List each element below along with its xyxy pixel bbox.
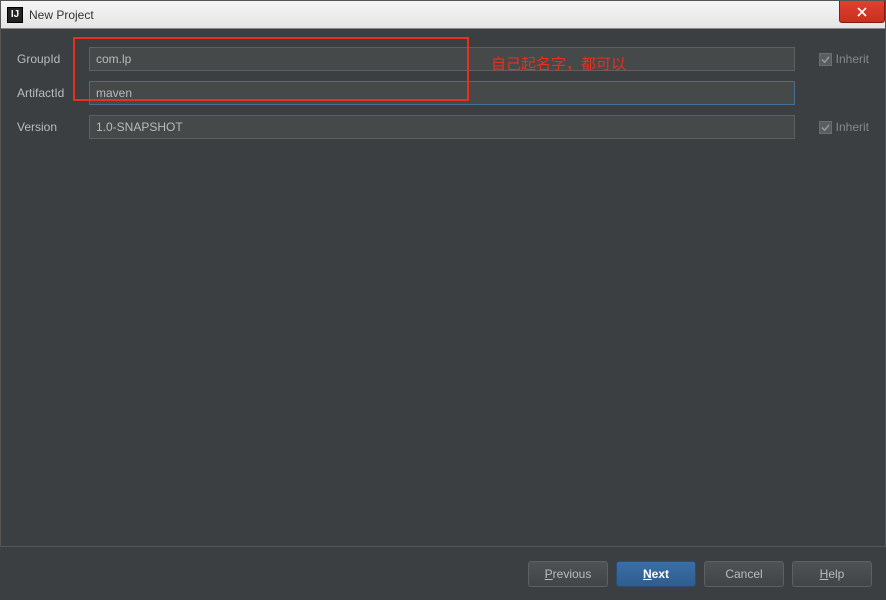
dialog-content: GroupId Inherit ArtifactId Inherit Versi… xyxy=(1,29,885,545)
previous-button[interactable]: Previous xyxy=(528,561,608,587)
cancel-button[interactable]: Cancel xyxy=(704,561,784,587)
annotation-text: 自己起名字，都可以 xyxy=(491,53,626,74)
checkbox-icon xyxy=(819,53,832,66)
version-label: Version xyxy=(17,120,89,134)
close-button[interactable] xyxy=(839,1,885,23)
inherit-label: Inherit xyxy=(836,52,869,66)
artifactid-row: ArtifactId Inherit xyxy=(17,81,869,105)
artifactid-input[interactable] xyxy=(89,81,795,105)
groupid-input[interactable] xyxy=(89,47,795,71)
close-icon xyxy=(857,7,867,17)
window-title: New Project xyxy=(29,8,94,22)
titlebar: IJ New Project xyxy=(1,1,885,29)
next-button[interactable]: Next xyxy=(616,561,696,587)
artifactid-label: ArtifactId xyxy=(17,86,89,100)
version-inherit[interactable]: Inherit xyxy=(795,120,869,134)
inherit-label: Inherit xyxy=(836,120,869,134)
version-input[interactable] xyxy=(89,115,795,139)
dialog-footer: Previous Next Cancel Help xyxy=(0,546,886,600)
app-icon: IJ xyxy=(7,7,23,23)
groupid-label: GroupId xyxy=(17,52,89,66)
groupid-row: GroupId Inherit xyxy=(17,47,869,71)
groupid-inherit[interactable]: Inherit xyxy=(795,52,869,66)
help-button[interactable]: Help xyxy=(792,561,872,587)
checkbox-icon xyxy=(819,121,832,134)
version-row: Version Inherit xyxy=(17,115,869,139)
